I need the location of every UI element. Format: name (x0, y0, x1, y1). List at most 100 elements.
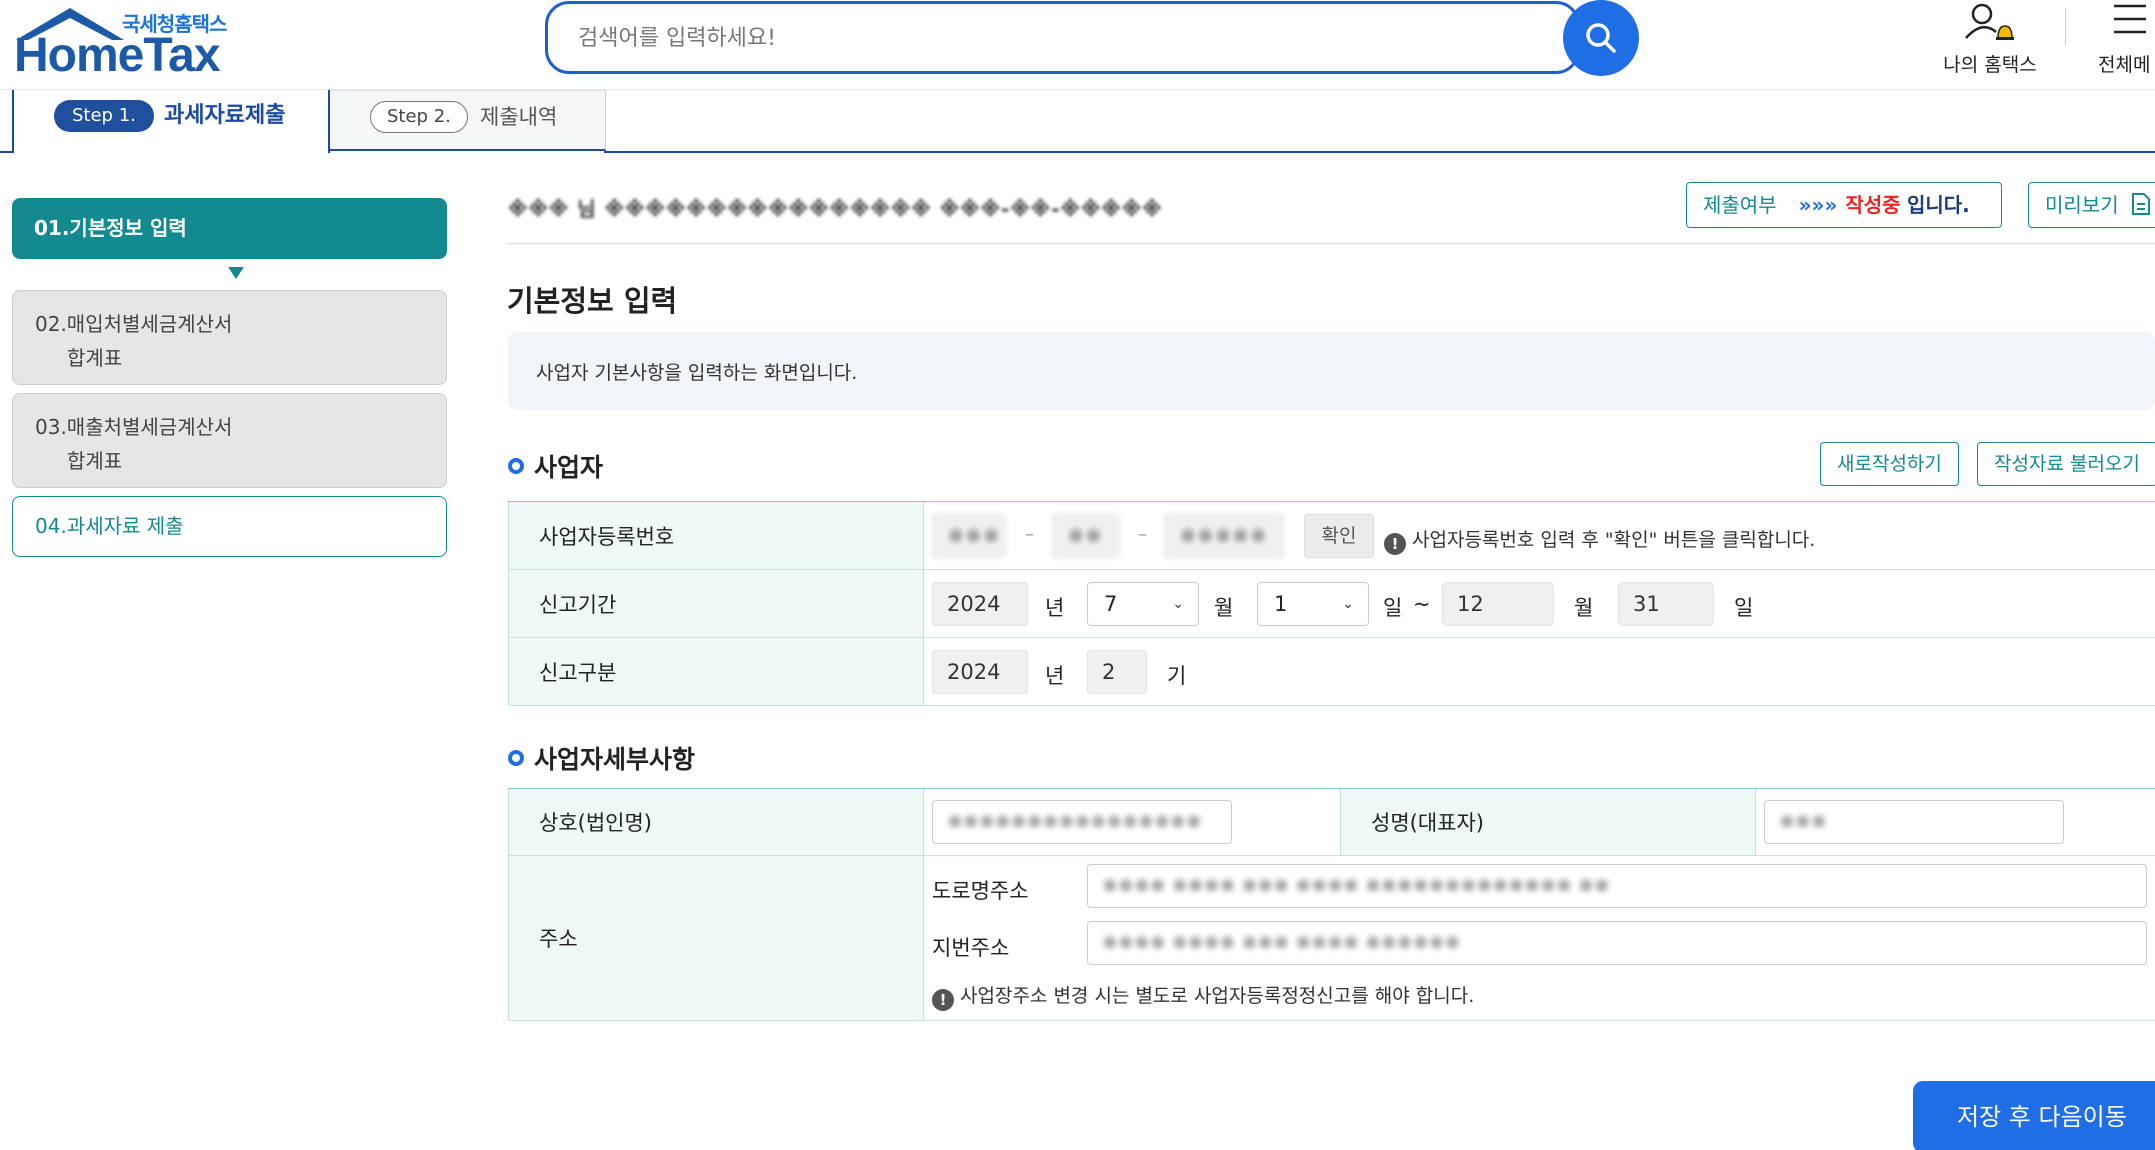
current-step-arrow-icon (228, 267, 244, 279)
preview-label: 미리보기 (2045, 193, 2119, 217)
submit-status-badge: 제출여부 »»» 작성중 입니다. (1686, 182, 2002, 228)
section-title: 사업자세부사항 (534, 745, 696, 774)
end-month-field[interactable]: 12 (1442, 582, 1554, 626)
status-arrows: »»» (1798, 193, 1838, 217)
section-business: 사업자 (508, 448, 603, 484)
page-title: 기본정보 입력 (507, 284, 678, 318)
sidebar-item-sales-summary[interactable]: 03.매출처별세금계산서 합계표 (12, 393, 447, 488)
brn-cell: ※※※ – ※※ – ※※※※※ 확인 ! 사업자등록번호 입력 후 "확인" 버… (924, 502, 2155, 569)
search-input[interactable] (578, 20, 1538, 56)
step1-pill: Step 1. (54, 100, 154, 132)
address-label: 주소 (508, 856, 924, 1020)
period-year-field[interactable]: 2024 (932, 582, 1028, 626)
step2-pill: Step 2. (370, 101, 468, 133)
step1-label: 과세자료제출 (164, 103, 286, 128)
start-day-select[interactable]: 1 ⌄ (1257, 582, 1369, 626)
my-hometax-label: 나의 홈택스 (1943, 54, 2037, 76)
brn-dash: – (1025, 524, 1034, 545)
step2-label: 제출내역 (480, 105, 558, 129)
tab-line-right (604, 151, 2155, 153)
section-business-details: 사업자세부사항 (508, 740, 695, 776)
brn-label: 사업자등록번호 (508, 502, 924, 569)
status-suffix: 입니다. (1906, 193, 1970, 217)
search-icon (1586, 23, 1616, 53)
search-button[interactable] (1563, 0, 1639, 76)
sidebar-item-sublabel: 합계표 (67, 449, 123, 473)
start-month-select[interactable]: 7 ⌄ (1087, 582, 1199, 626)
address-notice-text: 사업장주소 변경 시는 별도로 사업자등록정정신고를 해야 합니다. (960, 985, 1475, 1007)
exclamation-icon: ! (1384, 533, 1406, 555)
preview-button[interactable]: 미리보기 (2028, 182, 2155, 228)
sidebar-item-submit[interactable]: 04.과세자료 제출 (12, 496, 447, 557)
lot-address-field[interactable]: ※※※※ ※※※※ ※※※ ※※※※ ※※※※※※ (1087, 921, 2147, 965)
divider (508, 243, 2155, 244)
sidebar-item-sublabel: 합계표 (67, 346, 123, 370)
representative-label: 성명(대표자) (1340, 789, 1756, 855)
user-info-line: ※※※ 님 ※※※※※※※※※※※※※※※※ ※※※-※※-※※※※※ (508, 197, 1163, 221)
details-table: 상호(법인명) ※※※※※※※※※※※※※※※※ 성명(대표자) ※※※ 주소 … (508, 788, 2155, 1021)
month-unit: 월 (1214, 596, 1234, 620)
save-and-next-button[interactable]: 저장 후 다음이동 (1913, 1081, 2155, 1150)
term-field[interactable]: 2 (1087, 650, 1147, 694)
section-bullet-icon (508, 750, 524, 766)
road-address-field[interactable]: ※※※※ ※※※※ ※※※ ※※※※ ※※※※※※※※※※※※※ ※※ (1087, 864, 2147, 908)
new-write-button[interactable]: 새로작성하기 (1820, 442, 1959, 486)
all-menu-label: 전체메 (2098, 54, 2151, 76)
all-menu-button[interactable]: 전체메 (2090, 0, 2155, 80)
table-row: 사업자등록번호 ※※※ – ※※ – ※※※※※ 확인 ! 사업자등록번호 입력 … (508, 502, 2155, 570)
tab-step1[interactable]: Step 1. 과세자료제출 (12, 90, 330, 153)
description-text: 사업자 기본사항을 입력하는 화면입니다. (536, 362, 858, 384)
hamburger-icon (2114, 4, 2146, 34)
company-label: 상호(법인명) (508, 789, 924, 855)
document-icon (2131, 193, 2150, 215)
status-label: 제출여부 (1703, 193, 1777, 217)
brn-part1[interactable]: ※※※ (932, 514, 1006, 558)
table-row: 주소 도로명주소 ※※※※ ※※※※ ※※※ ※※※※ ※※※※※※※※※※※※… (508, 856, 2155, 1021)
header-divider (2065, 8, 2066, 46)
year-unit: 년 (1045, 596, 1065, 620)
end-month-unit: 월 (1574, 596, 1594, 620)
day-unit: 일 (1383, 596, 1403, 620)
section-title: 사업자 (534, 453, 604, 482)
address-cell: 도로명주소 ※※※※ ※※※※ ※※※ ※※※※ ※※※※※※※※※※※※※ ※… (924, 856, 2155, 1020)
table-row: 신고기간 2024 년 7 ⌄ 월 1 ⌄ 일 ~ 12 월 31 일 (508, 570, 2155, 638)
company-cell: ※※※※※※※※※※※※※※※※ 성명(대표자) ※※※ (924, 789, 2155, 855)
brn-hint: ! 사업자등록번호 입력 후 "확인" 버튼을 클릭합니다. (1384, 525, 1815, 555)
representative-value: ※※※ (1779, 811, 1827, 833)
brn-dash: – (1138, 524, 1147, 545)
load-data-button[interactable]: 작성자료 불러오기 (1977, 442, 2155, 486)
end-day-field[interactable]: 31 (1618, 582, 1714, 626)
brn-part2[interactable]: ※※ (1052, 514, 1120, 558)
sidebar-item-basic-info[interactable]: 01.기본정보 입력 (12, 198, 447, 259)
brn-part3[interactable]: ※※※※※ (1164, 514, 1284, 558)
chevron-down-icon: ⌄ (1172, 596, 1184, 612)
search-box (545, 1, 1580, 74)
range-tilde: ~ (1413, 592, 1431, 616)
lot-address-label: 지번주소 (932, 936, 1010, 960)
description-box: 사업자 기본사항을 입력하는 화면입니다. (508, 332, 2155, 410)
brn-confirm-button[interactable]: 확인 (1304, 514, 1374, 558)
lot-address-value: ※※※※ ※※※※ ※※※ ※※※※ ※※※※※※ (1102, 932, 1461, 954)
sidebar-item-purchase-summary[interactable]: 02.매입처별세금계산서 합계표 (12, 290, 447, 385)
top-header: 국세청홈택스 HomeTax 나의 홈택스 전체메 (0, 0, 2155, 90)
type-year-field[interactable]: 2024 (932, 650, 1028, 694)
step-tabs: Step 1. 과세자료제출 Step 2. 제출내역 (0, 90, 2155, 153)
business-table: 사업자등록번호 ※※※ – ※※ – ※※※※※ 확인 ! 사업자등록번호 입력 … (508, 501, 2155, 706)
chevron-down-icon: ⌄ (1342, 596, 1354, 612)
representative-field[interactable]: ※※※ (1764, 800, 2064, 844)
address-notice: ! 사업장주소 변경 시는 별도로 사업자등록정정신고를 해야 합니다. (932, 981, 1474, 1011)
type-cell: 2024 년 2 기 (924, 638, 2155, 705)
road-address-value: ※※※※ ※※※※ ※※※ ※※※※ ※※※※※※※※※※※※※ ※※ (1102, 875, 1610, 897)
year-unit: 년 (1045, 664, 1065, 688)
term-unit: 기 (1167, 664, 1187, 688)
user-bell-icon (1965, 3, 2014, 40)
sidebar-item-label: 04.과세자료 제출 (35, 514, 184, 538)
tab-step2[interactable]: Step 2. 제출내역 (330, 90, 606, 151)
end-day-unit: 일 (1734, 596, 1754, 620)
tab-line-left (0, 151, 12, 153)
company-name-field[interactable]: ※※※※※※※※※※※※※※※※ (932, 800, 1232, 844)
my-hometax-button[interactable]: 나의 홈택스 (1930, 0, 2050, 80)
hometax-logo[interactable]: 국세청홈택스 HomeTax (10, 2, 240, 82)
sidebar-item-label: 01.기본정보 입력 (34, 216, 187, 240)
road-address-label: 도로명주소 (932, 879, 1029, 903)
